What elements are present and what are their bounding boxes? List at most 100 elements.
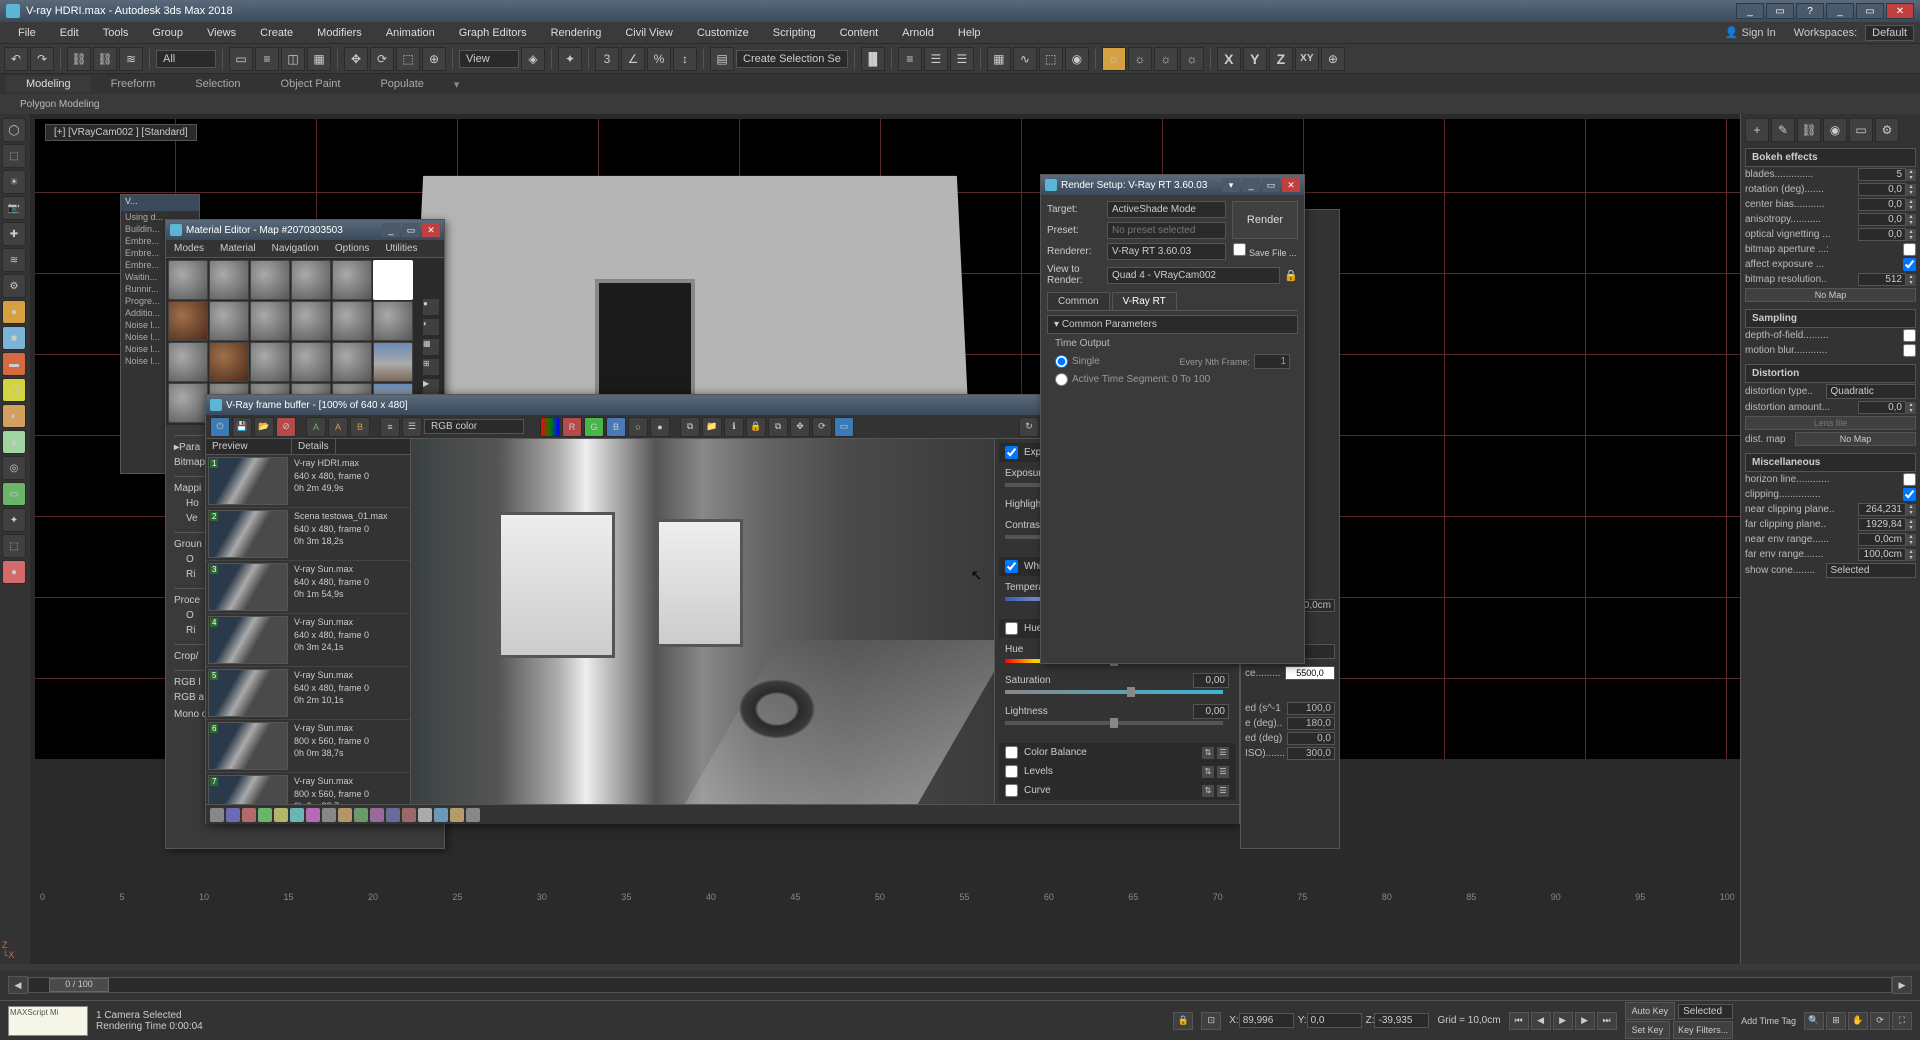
cc-light-value[interactable]: 0,00 xyxy=(1193,704,1229,719)
menu-customize[interactable]: Customize xyxy=(685,24,761,42)
material-slot[interactable] xyxy=(291,342,331,382)
ribbon-tab-freeform[interactable]: Freeform xyxy=(91,76,176,92)
ribbon-tab-populate[interactable]: Populate xyxy=(360,76,443,92)
vfb-bot-button[interactable] xyxy=(210,808,224,822)
mat-menu-modes[interactable]: Modes xyxy=(166,242,212,255)
create-shapes-button[interactable]: ⬚ xyxy=(2,144,26,168)
material-slot[interactable] xyxy=(209,342,249,382)
menu-civilview[interactable]: Civil View xyxy=(613,24,684,42)
cmd-aperture-checkbox[interactable] xyxy=(1903,243,1916,256)
cmd-distortion-rollout[interactable]: Distortion xyxy=(1745,364,1916,383)
menu-views[interactable]: Views xyxy=(195,24,248,42)
vfb-bot-button[interactable] xyxy=(434,808,448,822)
lock-icon[interactable]: 🔒 xyxy=(1284,269,1298,282)
menu-file[interactable]: File xyxy=(6,24,48,42)
material-slot[interactable] xyxy=(209,301,249,341)
vfb-history-item[interactable]: 7 V-ray Sun.max800 x 560, frame 00h 0m 3… xyxy=(206,773,410,804)
cc-levels-checkbox[interactable] xyxy=(1005,765,1018,778)
rs-minimize-button[interactable]: _ xyxy=(1242,178,1260,192)
material-slot[interactable] xyxy=(168,383,208,423)
help-button[interactable]: ? xyxy=(1796,3,1824,19)
vfb-bot-button[interactable] xyxy=(242,808,256,822)
link-button[interactable]: ⛓ xyxy=(67,47,91,71)
selection-filter-dropdown[interactable]: All xyxy=(156,50,216,68)
lock-selection-button[interactable]: 🔒 xyxy=(1173,1012,1193,1030)
mat-menu-utilities[interactable]: Utilities xyxy=(377,242,425,255)
play-button[interactable]: ▶ xyxy=(1553,1012,1573,1030)
cmd-nomap-button[interactable]: No Map xyxy=(1745,288,1916,302)
cmd-utilities-tab[interactable]: ⚙ xyxy=(1875,118,1899,142)
material-slot[interactable] xyxy=(250,260,290,300)
orbit-button[interactable]: ⟳ xyxy=(1870,1012,1890,1030)
vfb-bot-button[interactable] xyxy=(322,808,336,822)
cmd-create-tab[interactable]: + xyxy=(1745,118,1769,142)
menu-icon[interactable]: ☰ xyxy=(1217,766,1229,778)
vfb-channel-b-button[interactable]: B xyxy=(350,417,370,437)
named-selection-button[interactable]: ▤ xyxy=(710,47,734,71)
curve-editor-button[interactable]: ∿ xyxy=(1013,47,1037,71)
menu-tools[interactable]: Tools xyxy=(91,24,141,42)
percent-snap-button[interactable]: % xyxy=(647,47,671,71)
zoom-all-button[interactable]: ⊞ xyxy=(1826,1012,1846,1030)
cc-curve-checkbox[interactable] xyxy=(1005,784,1018,797)
cc-sat-slider[interactable] xyxy=(1005,690,1223,694)
rs-dock-button[interactable]: ▾ xyxy=(1222,178,1240,192)
menu-group[interactable]: Group xyxy=(140,24,195,42)
half-maximize-button[interactable]: ▭ xyxy=(1766,3,1794,19)
vfb-history-item[interactable]: 5 V-ray Sun.max640 x 480, frame 00h 2m 1… xyxy=(206,667,410,720)
create-cameras-button[interactable]: 📷 xyxy=(2,196,26,220)
pan-button[interactable]: ✋ xyxy=(1848,1012,1868,1030)
vfb-info-button[interactable]: ℹ xyxy=(724,417,744,437)
cylinder-button[interactable]: ▬ xyxy=(2,352,26,376)
vfb-history-item[interactable]: 2 Scena testowa_01.max640 x 480, frame 0… xyxy=(206,508,410,561)
half-minimize-button[interactable]: _ xyxy=(1736,3,1764,19)
vfb-g-button[interactable]: G xyxy=(584,417,604,437)
cc-colorbalance-checkbox[interactable] xyxy=(1005,746,1018,759)
cmd-modify-tab[interactable]: ✎ xyxy=(1771,118,1795,142)
schematic-button[interactable]: ⬚ xyxy=(1039,47,1063,71)
redo-button[interactable]: ↷ xyxy=(30,47,54,71)
set-key-button[interactable]: Set Key xyxy=(1625,1021,1671,1039)
material-slot[interactable] xyxy=(332,342,372,382)
signin-button[interactable]: 👤 Sign In xyxy=(1715,24,1786,41)
timeline-handle[interactable]: 0 / 100 xyxy=(49,978,109,992)
angle-snap-button[interactable]: ∠ xyxy=(621,47,645,71)
rs-render-button[interactable]: Render xyxy=(1232,201,1298,239)
vfb-history-item[interactable]: 4 V-ray Sun.max640 x 480, frame 00h 3m 2… xyxy=(206,614,410,667)
create-helpers-button[interactable]: ✚ xyxy=(2,222,26,246)
tube-button[interactable]: ◎ xyxy=(2,456,26,480)
maxscript-listener[interactable]: MAXScript Mi xyxy=(8,1006,88,1036)
rs-viewto-dropdown[interactable]: Quad 4 - VRayCam002 xyxy=(1107,267,1280,284)
constraint-button[interactable]: ⊕ xyxy=(1321,47,1345,71)
prev-frame-button[interactable]: ◀ xyxy=(1531,1012,1551,1030)
vfb-track-button[interactable]: ✥ xyxy=(790,417,810,437)
vfb-history-item[interactable]: 3 V-ray Sun.max640 x 480, frame 00h 1m 5… xyxy=(206,561,410,614)
menu-rendering[interactable]: Rendering xyxy=(539,24,614,42)
pivot-button[interactable]: ◈ xyxy=(521,47,545,71)
menu-content[interactable]: Content xyxy=(828,24,891,42)
timeline-next-button[interactable]: ▶ xyxy=(1892,976,1912,994)
vfb-bot-button[interactable] xyxy=(338,808,352,822)
menu-arnold[interactable]: Arnold xyxy=(890,24,946,42)
material-slot[interactable] xyxy=(250,342,290,382)
cmd-lensfile-button[interactable]: Lens file xyxy=(1745,416,1916,430)
timeline-prev-button[interactable]: ◀ xyxy=(8,976,28,994)
isolate-button[interactable]: ⊡ xyxy=(1201,1012,1221,1030)
goto-end-button[interactable]: ⏭ xyxy=(1597,1012,1617,1030)
create-lights-button[interactable]: ☀ xyxy=(2,170,26,194)
coord-x-input[interactable] xyxy=(1239,1013,1294,1028)
menu-help[interactable]: Help xyxy=(946,24,993,42)
vfb-r-button[interactable]: R xyxy=(562,417,582,437)
zoom-button[interactable]: 🔍 xyxy=(1804,1012,1824,1030)
torus-button[interactable]: ◯ xyxy=(2,378,26,402)
cc-huesat-checkbox[interactable] xyxy=(1005,622,1018,635)
vfb-load-button[interactable]: 📂 xyxy=(254,417,274,437)
cc-sat-value[interactable]: 0,00 xyxy=(1193,673,1229,688)
mat-sample-type-button[interactable]: ● xyxy=(422,298,440,316)
cc-light-slider[interactable] xyxy=(1005,721,1223,725)
add-time-tag[interactable]: Add Time Tag xyxy=(1741,1016,1796,1026)
constraint-z-button[interactable]: Z xyxy=(1269,47,1293,71)
vfb-folder-button[interactable]: 📁 xyxy=(702,417,722,437)
expand-icon[interactable]: ⇅ xyxy=(1202,766,1214,778)
vfb-save-button[interactable]: 💾 xyxy=(232,417,252,437)
